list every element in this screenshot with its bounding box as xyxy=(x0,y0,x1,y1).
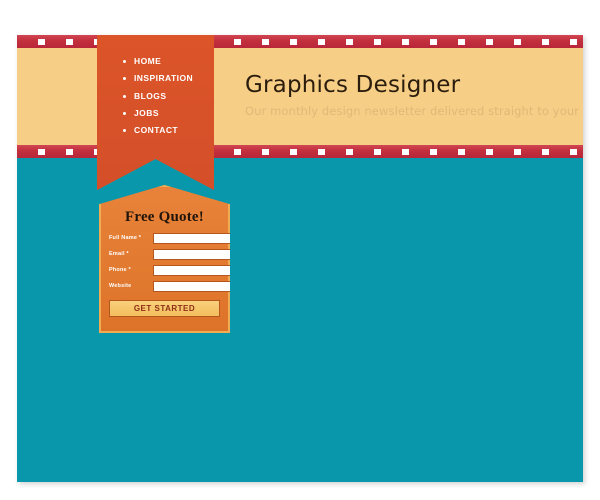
nav-item-label: JOBS xyxy=(134,108,159,119)
free-quote-form-card: Free Quote! Full Name * Email * Phone * … xyxy=(99,185,230,333)
bullet-icon xyxy=(123,112,126,116)
filmstrip-hole xyxy=(346,148,353,155)
filmstrip-hole xyxy=(486,38,493,45)
bullet-icon xyxy=(123,60,126,63)
header-text-block: Graphics Designer Our monthly design new… xyxy=(245,72,583,119)
quote-form-fields: Full Name * Email * Phone * Website xyxy=(101,233,230,292)
filmstrip-hole xyxy=(570,38,577,45)
nav-item-jobs[interactable]: JOBS xyxy=(123,108,214,119)
full-name-label: Full Name * xyxy=(109,234,142,241)
form-row-phone: Phone * xyxy=(109,265,230,276)
filmstrip-hole xyxy=(402,38,409,45)
filmstrip-hole xyxy=(430,38,437,45)
filmstrip-hole xyxy=(458,148,465,155)
filmstrip-hole xyxy=(514,148,521,155)
filmstrip-hole xyxy=(458,38,465,45)
page-tagline: Our monthly design newsletter delivered … xyxy=(245,104,583,119)
filmstrip-hole xyxy=(346,38,353,45)
filmstrip-hole xyxy=(374,38,381,45)
nav-item-label: CONTACT xyxy=(134,125,179,136)
filmstrip-hole xyxy=(430,148,437,155)
filmstrip-hole xyxy=(542,148,549,155)
nav-item-blogs[interactable]: BLOGS xyxy=(123,90,214,101)
filmstrip-hole xyxy=(402,148,409,155)
form-row-email: Email * xyxy=(109,249,230,260)
bullet-icon xyxy=(123,94,126,98)
filmstrip-hole xyxy=(262,148,269,155)
form-row-full-name: Full Name * xyxy=(109,233,230,244)
page-root: Graphics Designer Our monthly design new… xyxy=(0,0,600,500)
page-title: Graphics Designer xyxy=(245,72,461,98)
filmstrip-hole xyxy=(38,148,45,155)
filmstrip-hole xyxy=(290,148,297,155)
filmstrip-hole xyxy=(486,148,493,155)
bullet-icon xyxy=(123,129,126,133)
nav-item-label: HOME xyxy=(134,56,162,66)
filmstrip-hole xyxy=(570,148,577,155)
nav-list: HOME INSPIRATION BLOGS JOBS CONTACT xyxy=(97,35,214,136)
filmstrip-hole xyxy=(234,38,241,45)
filmstrip-hole xyxy=(542,38,549,45)
filmstrip-hole xyxy=(374,148,381,155)
form-row-website: Website xyxy=(109,281,230,292)
filmstrip-hole xyxy=(290,38,297,45)
quote-form-actions: GET STARTED xyxy=(101,297,228,317)
bullet-icon xyxy=(123,77,126,81)
filmstrip-hole xyxy=(66,38,73,45)
filmstrip-hole xyxy=(262,38,269,45)
nav-item-label: INSPIRATION xyxy=(134,73,194,84)
filmstrip-hole xyxy=(318,38,325,45)
filmstrip-hole xyxy=(66,148,73,155)
filmstrip-hole xyxy=(38,38,45,45)
phone-label: Phone * xyxy=(109,266,131,273)
nav-item-inspiration[interactable]: INSPIRATION xyxy=(123,74,214,83)
get-started-button[interactable]: GET STARTED xyxy=(109,300,220,317)
filmstrip-hole xyxy=(234,148,241,155)
website-canvas: Graphics Designer Our monthly design new… xyxy=(17,35,583,482)
filmstrip-hole xyxy=(514,38,521,45)
nav-item-label: BLOGS xyxy=(134,90,167,101)
filmstrip-hole xyxy=(318,148,325,155)
website-label: Website xyxy=(109,282,132,289)
email-label: Email * xyxy=(109,250,129,257)
nav-item-home[interactable]: HOME xyxy=(123,56,214,66)
nav-item-contact[interactable]: CONTACT xyxy=(123,126,214,135)
